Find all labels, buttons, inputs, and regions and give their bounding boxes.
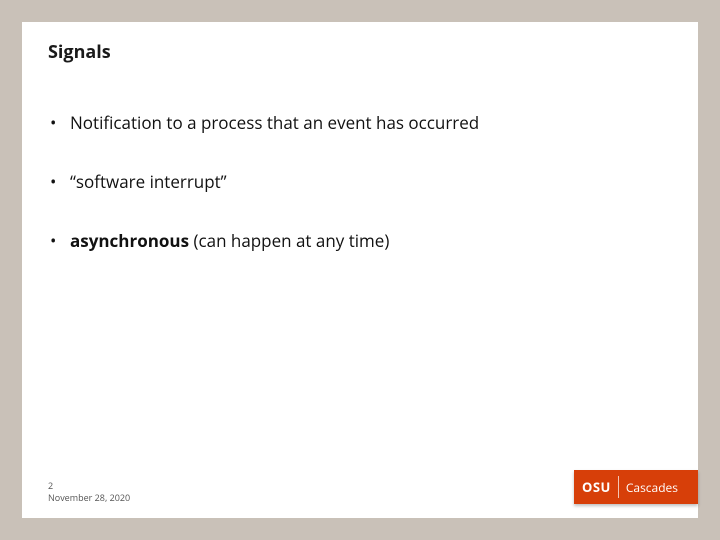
logo-divider (618, 476, 619, 498)
bullet-list: Notification to a process that an event … (48, 112, 672, 253)
slide-date: November 28, 2020 (48, 492, 130, 504)
bullet-text-post: (can happen at any time) (189, 229, 389, 252)
list-item: “software interrupt” (48, 171, 672, 194)
slide-frame: Signals Notification to a process that a… (0, 0, 720, 540)
bullet-text-post: “software interrupt” (70, 170, 227, 193)
osu-cascades-logo: OSU Cascades (574, 470, 698, 504)
list-item: asynchronous (can happen at any time) (48, 230, 672, 253)
slide-footer: 2 November 28, 2020 (48, 480, 130, 504)
logo-short: OSU (582, 478, 611, 496)
slide-title: Signals (48, 40, 672, 64)
slide-body: Signals Notification to a process that a… (22, 22, 698, 518)
list-item: Notification to a process that an event … (48, 112, 672, 135)
logo-long: Cascades (626, 479, 678, 496)
bullet-text-post: Notification to a process that an event … (70, 111, 479, 134)
bullet-text-bold: asynchronous (70, 229, 189, 252)
